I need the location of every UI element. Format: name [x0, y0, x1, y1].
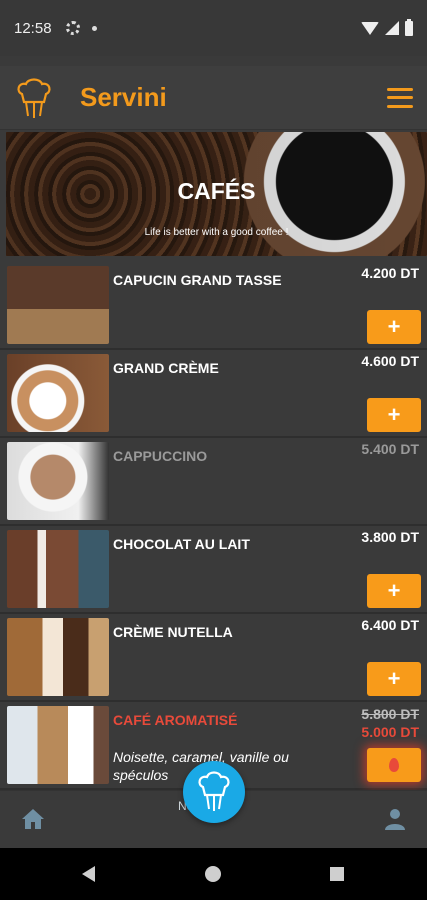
wifi-icon: [361, 21, 379, 35]
chef-icon: [198, 771, 230, 811]
menu-item[interactable]: CHOCOLAT AU LAIT 3.800 DT +: [0, 526, 427, 614]
product-image: [7, 354, 109, 432]
status-time: 12:58: [14, 19, 52, 37]
menu-item-unavailable: CAPPUCCINO 5.400 DT: [0, 438, 427, 526]
product-name: GRAND CRÈME: [113, 360, 219, 376]
category-title: CAFÉS: [177, 178, 256, 204]
menu-item[interactable]: CAPUCIN GRAND TASSE 4.200 DT +: [0, 262, 427, 350]
status-bar: 12:58: [0, 0, 427, 56]
home-circle-icon[interactable]: [205, 866, 221, 882]
product-name: CAPUCIN GRAND TASSE: [113, 272, 282, 288]
category-banner: CAFÉS Life is better with a good coffee …: [6, 132, 427, 256]
chef-hat-icon: [14, 76, 54, 120]
original-price: 5.800 DT: [361, 706, 419, 722]
product-price: 4.600 DT: [361, 353, 419, 369]
product-price: 3.800 DT: [361, 529, 419, 545]
product-image: [7, 266, 109, 344]
product-image: [7, 442, 109, 520]
add-to-cart-button[interactable]: +: [367, 662, 421, 696]
chef-fab-button[interactable]: [183, 761, 245, 823]
product-name: CAFÉ AROMATISÉ: [113, 712, 238, 728]
promo-price: 5.000 DT: [361, 724, 419, 740]
profile-icon[interactable]: [383, 807, 407, 831]
home-icon[interactable]: [20, 807, 46, 831]
product-price: 5.400 DT: [361, 441, 419, 457]
product-image: [7, 706, 109, 784]
product-name: CAPPUCCINO: [113, 448, 208, 464]
app-bar: Servini: [0, 66, 427, 130]
hamburger-menu-button[interactable]: [387, 87, 413, 108]
menu-item[interactable]: GRAND CRÈME 4.600 DT +: [0, 350, 427, 438]
product-name: CHOCOLAT AU LAIT: [113, 536, 250, 552]
product-price: 4.200 DT: [361, 265, 419, 281]
battery-icon: [405, 18, 413, 36]
product-image: [7, 530, 109, 608]
category-subtitle: Life is better with a good coffee !: [144, 227, 289, 238]
menu-list: CAPUCIN GRAND TASSE 4.200 DT + GRAND CRÈ…: [0, 262, 427, 790]
product-name: CRÈME NUTELLA: [113, 624, 233, 640]
recent-apps-icon[interactable]: [330, 867, 344, 881]
settings-status-icon: [65, 21, 80, 35]
status-icons: [361, 18, 413, 36]
menu-item[interactable]: CRÈME NUTELLA 6.400 DT +: [0, 614, 427, 702]
system-navigation-bar: [0, 848, 427, 900]
product-price: 6.400 DT: [361, 617, 419, 633]
hamburger-icon: [387, 87, 413, 91]
product-image: [7, 618, 109, 696]
fire-icon: [389, 757, 399, 772]
notification-dot-icon: [91, 25, 97, 31]
add-to-cart-button[interactable]: +: [367, 310, 421, 344]
add-to-cart-button[interactable]: +: [367, 398, 421, 432]
signal-icon: [385, 21, 399, 35]
app-title: Servini: [80, 82, 167, 112]
back-icon[interactable]: [82, 866, 95, 882]
promo-add-button[interactable]: [367, 748, 421, 782]
add-to-cart-button[interactable]: +: [367, 574, 421, 608]
